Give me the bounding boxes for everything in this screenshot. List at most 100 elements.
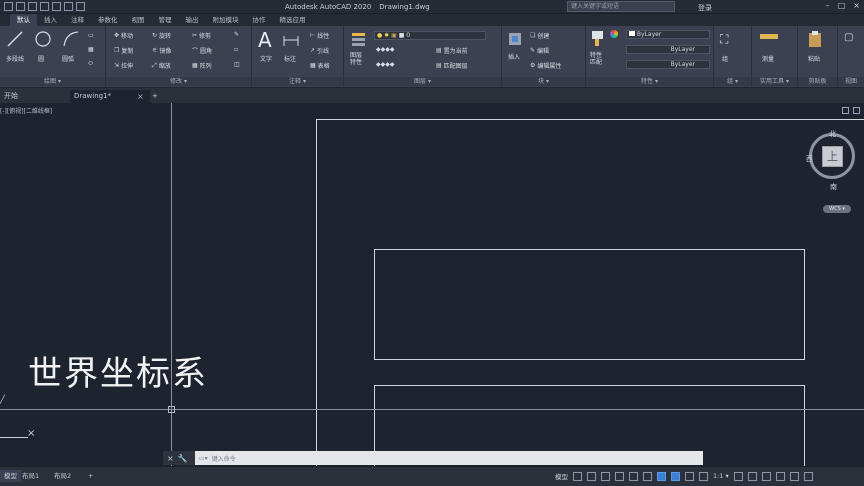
close-icon[interactable]: × xyxy=(853,1,860,10)
draw-panel-title[interactable]: 绘图 ▾ xyxy=(0,77,105,86)
inner-rectangle-top[interactable] xyxy=(374,249,805,360)
ellipse-icon[interactable]: ⬭ xyxy=(88,60,93,68)
close-command-line-icon[interactable]: × xyxy=(167,454,174,463)
layer-properties-label[interactable]: 图层 特性 xyxy=(350,52,362,66)
snap-icon[interactable] xyxy=(587,471,596,481)
save-icon[interactable] xyxy=(28,2,37,11)
viewport-restore-icon[interactable] xyxy=(842,107,849,114)
annotation-monitor-icon[interactable] xyxy=(747,471,757,481)
layout-tab-layout2[interactable]: 布局2 xyxy=(50,470,75,482)
annotation-panel-title[interactable]: 注释 ▾ xyxy=(252,77,343,86)
color-dropdown[interactable]: ByLayer xyxy=(626,30,710,39)
layout-tab-layout1[interactable]: 布局1 xyxy=(18,470,43,482)
hatch-icon[interactable]: ▦ xyxy=(88,46,94,53)
layer-properties-icon[interactable] xyxy=(350,30,368,48)
hardware-acceleration-icon[interactable] xyxy=(775,471,785,481)
object-snap-tracking-icon[interactable] xyxy=(643,471,652,481)
linear-button[interactable]: ⊢ 线性 xyxy=(310,31,329,40)
tab-output[interactable]: 输出 xyxy=(179,14,206,26)
view-icon[interactable]: ▢ xyxy=(844,32,853,43)
tab-featured-apps[interactable]: 精选应用 xyxy=(273,14,313,26)
table-button[interactable]: ▦ 表格 xyxy=(310,61,330,70)
insert-block-icon[interactable] xyxy=(506,30,524,48)
edit-attributes-button[interactable]: ⚙ 编辑属性 xyxy=(530,61,561,70)
undo-icon[interactable] xyxy=(64,2,73,11)
match-properties-icon[interactable] xyxy=(589,29,607,47)
auto-scale-icon[interactable] xyxy=(699,471,708,481)
linetype-dropdown[interactable]: ByLayer xyxy=(626,45,710,54)
edit-block-button[interactable]: ✎ 编辑 xyxy=(530,46,549,55)
circle-label[interactable]: 圆 xyxy=(38,54,44,63)
model-space-button[interactable]: 模型 xyxy=(555,471,568,481)
close-drawing-icon[interactable]: × xyxy=(137,90,144,103)
match-layer-button[interactable]: ▤ 匹配图层 xyxy=(436,61,468,70)
tab-manage[interactable]: 管理 xyxy=(152,14,179,26)
dimension-icon[interactable] xyxy=(282,32,300,50)
rectangle-icon[interactable]: ▭ xyxy=(88,32,94,39)
stretch-button[interactable]: ⇲ 拉伸 xyxy=(114,61,133,70)
lineweight-icon[interactable] xyxy=(671,471,680,481)
layer-dropdown[interactable]: ● ✸ ▣ ■ 0 xyxy=(374,31,486,40)
layer-tools-row2[interactable]: ◆◆◆◆ xyxy=(376,61,394,68)
dimension-label[interactable]: 标注 xyxy=(284,54,296,63)
annotation-scale-dropdown[interactable]: 1:1 ▾ xyxy=(713,472,729,480)
compass-west[interactable]: 西 xyxy=(806,154,813,164)
modify-panel-title[interactable]: 修改 ▾ xyxy=(106,77,251,86)
tab-view[interactable]: 视图 xyxy=(125,14,152,26)
search-input[interactable]: 键入关键字或短语 xyxy=(567,1,675,12)
match-properties-label[interactable]: 特性 匹配 xyxy=(590,52,602,66)
open-file-icon[interactable] xyxy=(16,2,25,11)
leader-button[interactable]: ↗ 引线 xyxy=(310,46,329,55)
make-current-button[interactable]: ▤ 置为当前 xyxy=(436,46,468,55)
polar-icon[interactable] xyxy=(615,471,624,481)
create-block-button[interactable]: ❏ 创建 xyxy=(530,31,549,40)
workspace-gear-icon[interactable] xyxy=(733,471,743,481)
command-history-icon[interactable]: ▭▾ xyxy=(199,455,208,462)
compass-south[interactable]: 南 xyxy=(830,182,837,192)
group-label[interactable]: 组 xyxy=(722,54,728,63)
isodraft-icon[interactable] xyxy=(629,471,638,481)
minimize-icon[interactable]: – xyxy=(826,1,830,10)
tab-collaborate[interactable]: 协作 xyxy=(246,14,273,26)
customize-wrench-icon[interactable]: 🔧 xyxy=(178,454,188,463)
arc-icon[interactable] xyxy=(62,30,80,48)
tab-annotate[interactable]: 注释 xyxy=(64,14,91,26)
mirror-button[interactable]: ⚟ 镜像 xyxy=(152,46,171,55)
viewport-maximize-icon[interactable] xyxy=(853,107,860,114)
offset-icon[interactable]: ◫ xyxy=(234,61,240,68)
insert-label[interactable]: 插入 xyxy=(508,52,520,61)
new-file-icon[interactable] xyxy=(4,2,13,11)
color-wheel-icon[interactable] xyxy=(610,30,618,38)
erase-icon[interactable]: ✎ xyxy=(234,31,239,38)
properties-panel-title[interactable]: 特性 ▾ xyxy=(586,77,713,86)
text-icon[interactable]: A xyxy=(258,28,272,52)
grid-icon[interactable] xyxy=(573,471,582,481)
line-icon[interactable] xyxy=(6,30,24,48)
clipboard-panel-title[interactable]: 剪贴板 xyxy=(798,77,837,86)
object-snap-icon[interactable] xyxy=(657,471,666,481)
polyline-label[interactable]: 多段线 xyxy=(6,54,24,63)
arc-label[interactable]: 圆弧 xyxy=(62,54,74,63)
utilities-panel-title[interactable]: 实用工具 ▾ xyxy=(752,77,797,86)
drawing-canvas[interactable]: [-][俯视][二维线框] 世界坐标系 ╱ × 上 北 西 南 WCS ▾ xyxy=(0,103,864,466)
save-as-icon[interactable] xyxy=(40,2,49,11)
trim-button[interactable]: ✂ 修剪 xyxy=(192,31,211,40)
tab-default[interactable]: 默认 xyxy=(10,14,37,26)
tab-insert[interactable]: 插入 xyxy=(37,14,64,26)
layer-tools-row1[interactable]: ◆◆◆◆ xyxy=(376,46,394,53)
viewport-controls-label[interactable]: [-][俯视][二维线框] xyxy=(0,106,52,115)
add-layout-button[interactable]: + xyxy=(84,470,97,482)
copy-button[interactable]: ❐ 复制 xyxy=(114,46,133,55)
command-input[interactable]: ▭▾ 键入命令 xyxy=(195,451,703,465)
isolate-objects-icon[interactable] xyxy=(761,471,771,481)
viewcube[interactable]: 上 北 西 南 WCS ▾ xyxy=(806,129,858,213)
scale-button[interactable]: ⤢ 缩放 xyxy=(152,61,171,71)
tab-addins[interactable]: 附加模块 xyxy=(206,14,246,26)
redo-icon[interactable] xyxy=(76,2,85,11)
circle-icon[interactable] xyxy=(34,30,52,48)
text-label[interactable]: 文字 xyxy=(260,54,272,63)
start-tab[interactable]: 开始 xyxy=(0,90,22,103)
array-button[interactable]: ▦ 阵列 xyxy=(192,61,212,70)
view-panel-title[interactable]: 视图 xyxy=(838,77,864,86)
fillet-button[interactable]: ⌒ 圆角 xyxy=(192,46,212,55)
